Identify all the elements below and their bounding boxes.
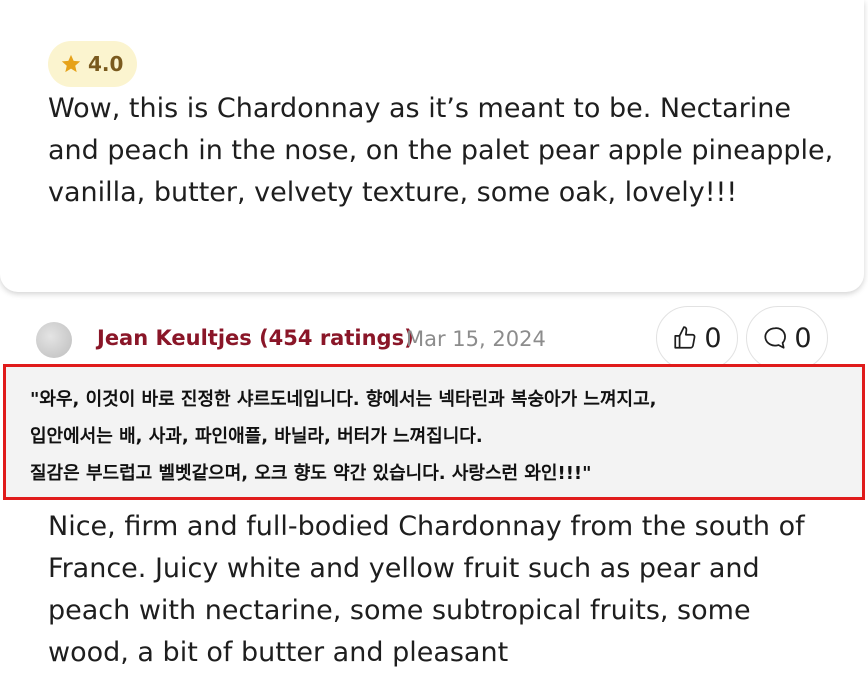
- translation-line: 입안에서는 배, 사과, 파인애플, 바닐라, 버터가 느껴집니다.: [30, 426, 483, 447]
- review-text: Nice, firm and full-bodied Chardonnay fr…: [48, 511, 805, 668]
- comment-button[interactable]: 0: [746, 306, 828, 370]
- star-icon: [61, 54, 81, 73]
- review-date: Mar 15, 2024: [406, 327, 546, 351]
- translation-line: "와우, 이것이 바로 진정한 샤르도네입니다. 향에서는 넥타린과 복숭아가 …: [30, 389, 657, 410]
- comment-count: 0: [794, 322, 812, 354]
- avatar[interactable]: [36, 322, 72, 358]
- review-card: 4.0 Wow, this is Chardonnay as it’s mean…: [0, 0, 864, 292]
- like-count: 0: [704, 322, 722, 354]
- author-name[interactable]: Jean Keultjes (454 ratings): [97, 326, 414, 350]
- translation-box: "와우, 이것이 바로 진정한 샤르도네입니다. 향에서는 넥타린과 복숭아가 …: [3, 364, 865, 500]
- translation-line: 질감은 부드럽고 벨벳같으며, 오크 향도 약간 있습니다. 사랑스런 와인!!…: [30, 463, 592, 484]
- thumbs-up-icon: [674, 326, 696, 349]
- review-text: Wow, this is Chardonnay as it’s meant to…: [48, 93, 834, 208]
- comment-icon: [764, 327, 787, 349]
- review-author-row: Jean Keultjes (454 ratings) Mar 15, 2024…: [0, 304, 868, 370]
- rating-badge: 4.0: [48, 41, 138, 87]
- like-button[interactable]: 0: [656, 306, 738, 370]
- rating-value: 4.0: [88, 52, 124, 76]
